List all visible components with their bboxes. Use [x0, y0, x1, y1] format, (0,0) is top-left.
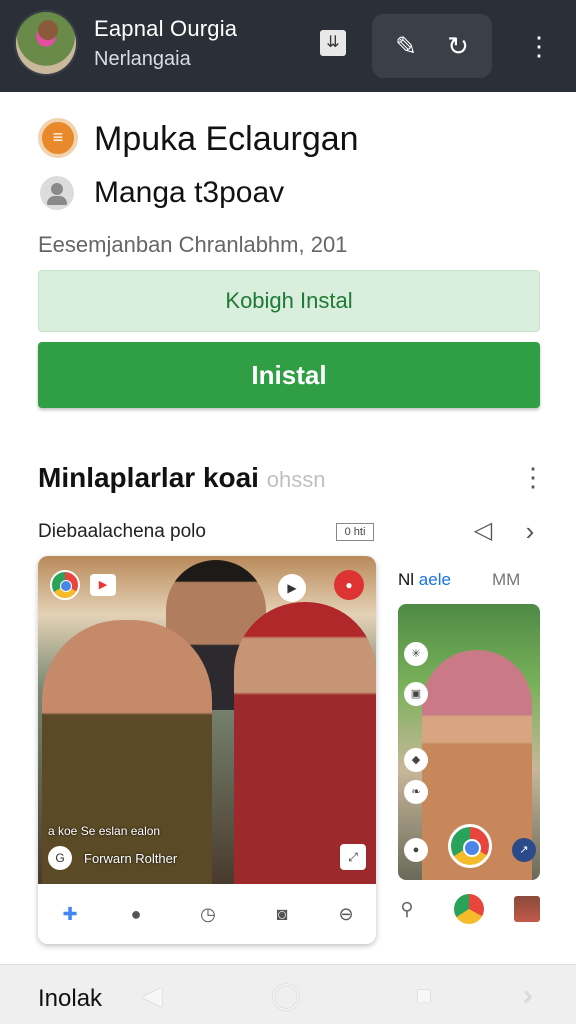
section-title-text: Minlaplarlar koai [38, 462, 259, 493]
chevron-right-icon[interactable]: › [512, 979, 544, 1011]
side-tab-label: aele [418, 570, 451, 589]
clock-icon[interactable]: ◷ [194, 900, 222, 928]
side-photo: ✳ ▣ ◆ ❧ ● ↗ [398, 604, 540, 880]
chrome-icon[interactable] [448, 824, 492, 868]
home-icon[interactable]: ◯ [270, 979, 302, 1011]
section-more-icon[interactable]: ⋮ [520, 460, 546, 494]
screenshot-photo: ▶ ▶ ● a koe Se eslan ealon G Forwarn Rol… [38, 556, 376, 884]
share-icon[interactable]: ◁ [468, 516, 498, 546]
topbar-subtitle: Nerlangaia [94, 48, 191, 70]
app-description: Eesemjanban Chranlabhm, 201 [38, 232, 348, 257]
secondary-install-button[interactable]: Kobigh Instal [38, 270, 540, 332]
developer-name: Manga t3poav [94, 176, 285, 209]
pinwheel-icon[interactable]: ✳ [404, 642, 428, 666]
side-tab-other[interactable]: MM [492, 570, 520, 590]
thumbnail-icon[interactable] [514, 896, 540, 922]
photo-caption: a koe Se eslan ealon [48, 824, 161, 838]
chrome-icon[interactable] [50, 570, 80, 600]
record-icon[interactable]: ● [334, 570, 364, 600]
top-app-bar: Eapnal Ourgia Nerlangaia ⇊ ✎ ↻ ⋮ [0, 0, 576, 92]
person-icon [40, 176, 74, 210]
expand-icon[interactable]: ⤢ [340, 844, 366, 870]
person-icon[interactable]: ● [122, 900, 150, 928]
google-icon[interactable]: G [48, 846, 72, 870]
apps-icon[interactable]: ✚ [56, 900, 84, 928]
side-tab-prefix: Nl [398, 570, 415, 589]
topbar-title: Eapnal Ourgia [94, 16, 238, 41]
section-title: Minlaplarlar koai ohssn [38, 462, 325, 494]
app-name: Mpuka Eclaurgan [94, 120, 359, 158]
screenshot-card-side[interactable]: Nl aele MM ✳ ▣ ◆ ❧ ● ↗ [398, 560, 544, 880]
pin-icon[interactable]: ⚲ [392, 894, 422, 924]
photos-icon[interactable]: ▣ [404, 682, 428, 706]
install-button[interactable]: Inistal [38, 342, 540, 408]
photo-person [42, 620, 212, 884]
leaf-icon[interactable]: ❧ [404, 780, 428, 804]
minus-circle-icon[interactable]: ⊖ [332, 900, 360, 928]
screenshot-card-main[interactable]: ▶ ▶ ● a koe Se eslan ealon G Forwarn Rol… [38, 556, 376, 944]
chrome-icon[interactable] [454, 894, 484, 924]
recents-icon[interactable]: ■ [408, 979, 440, 1011]
section-badge: 0 hti [336, 523, 374, 541]
side-toolbar: ⚲ [392, 892, 552, 926]
trend-icon[interactable]: ↗ [512, 838, 536, 862]
app-header: ≡ Mpuka Eclaurgan [38, 118, 538, 158]
section-title-faded: ohssn [266, 467, 326, 492]
app-logo-icon: ≡ [38, 118, 78, 158]
chevron-right-icon[interactable]: › [516, 516, 544, 546]
bottom-navigation-bar: Inolak ◀ ◯ ■ › [0, 964, 576, 1024]
action-pill: ✎ ↻ [372, 14, 492, 78]
side-tab-active[interactable]: Nl aele [398, 570, 451, 590]
back-icon[interactable]: ◀ [136, 979, 168, 1011]
refresh-icon[interactable]: ↻ [442, 30, 474, 62]
download-icon[interactable]: ⇊ [320, 30, 346, 56]
photo-author: Forwarn Rolther [84, 851, 178, 866]
profile-avatar[interactable] [14, 10, 78, 76]
section-subtitle: Diebaalachena polo [38, 521, 206, 542]
photo-person [234, 602, 376, 884]
play-icon[interactable]: ▶ [278, 574, 306, 602]
card-toolbar: ✚ ● ◷ ◙ ⊖ [38, 884, 376, 944]
chat-icon[interactable]: ● [404, 838, 428, 862]
developer-row[interactable]: Manga t3poav [38, 174, 538, 214]
video-icon[interactable]: ▶ [90, 574, 116, 596]
camera-icon[interactable]: ◙ [268, 900, 296, 928]
map-icon[interactable]: ◆ [404, 748, 428, 772]
bottom-label: Inolak [38, 985, 103, 1012]
more-vert-icon[interactable]: ⋮ [526, 26, 552, 66]
edit-icon[interactable]: ✎ [390, 30, 422, 62]
